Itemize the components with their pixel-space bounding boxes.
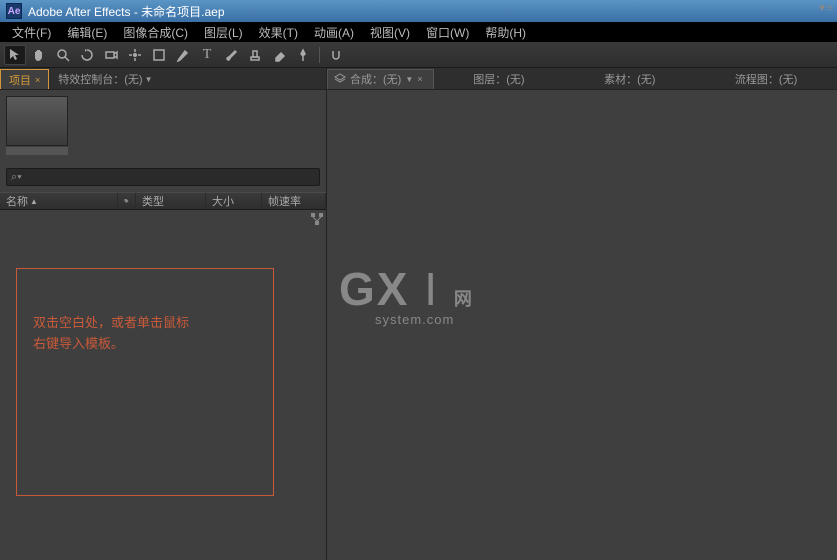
col-rate[interactable]: 帧速率 bbox=[262, 193, 326, 209]
tab-composition[interactable]: 合成：(无) ▼ × bbox=[327, 69, 434, 89]
hint-line-2: 右键导入模板。 bbox=[33, 334, 257, 355]
tab-project-label: 项目 bbox=[9, 72, 31, 88]
col-type[interactable]: 类型 bbox=[136, 193, 206, 209]
menu-view[interactable]: 视图(V) bbox=[362, 24, 418, 41]
col-name[interactable]: 名称 ▲ bbox=[0, 193, 118, 209]
tool-separator bbox=[319, 47, 320, 63]
dropdown-icon: ▼ bbox=[145, 75, 153, 84]
close-icon[interactable]: × bbox=[417, 74, 422, 84]
left-panel-tabs: 项目 × 特效控制台：(无) ▼ ▼≡ bbox=[0, 68, 326, 90]
menu-edit[interactable]: 编辑(E) bbox=[59, 24, 115, 41]
menu-help[interactable]: 帮助(H) bbox=[477, 24, 534, 41]
thumbnail-bar bbox=[6, 147, 68, 155]
flowchart-toggle-icon[interactable] bbox=[310, 212, 324, 226]
dropdown-icon: ▼ bbox=[405, 75, 413, 84]
menu-effect[interactable]: 效果(T) bbox=[251, 24, 306, 41]
col-size[interactable]: 大小 bbox=[206, 193, 262, 209]
tag-icon bbox=[124, 196, 129, 206]
menu-animation[interactable]: 动画(A) bbox=[306, 24, 362, 41]
tab-layer[interactable]: 图层：(无) bbox=[463, 69, 534, 89]
viewer-body: GX I 网 system.com bbox=[327, 90, 837, 560]
hint-line-1: 双击空白处，或者单击鼠标 bbox=[33, 313, 257, 334]
menu-composition[interactable]: 图像合成(C) bbox=[115, 24, 196, 41]
tab-effect-controls-label: 特效控制台：(无) bbox=[58, 71, 142, 87]
hand-tool-icon[interactable] bbox=[28, 45, 50, 65]
preview-thumbnail bbox=[6, 96, 68, 146]
menu-layer[interactable]: 图层(L) bbox=[196, 24, 251, 41]
panel-menu-icon[interactable]: ▼≡ bbox=[817, 3, 833, 14]
project-panel: 项目 × 特效控制台：(无) ▼ ▼≡ ⌕▾ 名称 ▲ 类型 bbox=[0, 68, 327, 560]
tab-footage[interactable]: 素材：(无) bbox=[594, 69, 665, 89]
tab-effect-controls[interactable]: 特效控制台：(无) ▼ bbox=[49, 69, 161, 89]
col-label[interactable] bbox=[118, 193, 136, 209]
layers-icon bbox=[334, 73, 346, 85]
project-body[interactable]: 双击空白处，或者单击鼠标 右键导入模板。 bbox=[0, 210, 326, 560]
snap-tool-icon[interactable] bbox=[325, 45, 347, 65]
search-input[interactable]: ⌕▾ bbox=[6, 168, 320, 186]
brush-tool-icon[interactable] bbox=[220, 45, 242, 65]
menu-window[interactable]: 窗口(W) bbox=[418, 24, 477, 41]
stamp-tool-icon[interactable] bbox=[244, 45, 266, 65]
column-headers: 名称 ▲ 类型 大小 帧速率 bbox=[0, 192, 326, 210]
thumbnail-area bbox=[0, 90, 326, 162]
camera-tool-icon[interactable] bbox=[100, 45, 122, 65]
watermark: GX I 网 system.com bbox=[339, 262, 474, 327]
viewer-tabs: 合成：(无) ▼ × 图层：(无) 素材：(无) 流程图：(无) bbox=[327, 68, 837, 90]
tool-bar: T bbox=[0, 42, 837, 68]
tab-close-icon[interactable]: × bbox=[35, 75, 40, 85]
anchor-tool-icon[interactable] bbox=[124, 45, 146, 65]
hint-annotation: 双击空白处，或者单击鼠标 右键导入模板。 bbox=[16, 268, 274, 496]
selection-tool-icon[interactable] bbox=[4, 45, 26, 65]
tab-project[interactable]: 项目 × bbox=[0, 69, 49, 89]
app-logo-icon: Ae bbox=[6, 3, 22, 19]
window-title: Adobe After Effects - 未命名项目.aep bbox=[28, 3, 225, 20]
shape-tool-icon[interactable] bbox=[148, 45, 170, 65]
title-bar: Ae Adobe After Effects - 未命名项目.aep bbox=[0, 0, 837, 22]
text-tool-icon[interactable]: T bbox=[196, 45, 218, 65]
sort-icon: ▲ bbox=[30, 197, 38, 206]
menu-file[interactable]: 文件(F) bbox=[4, 24, 59, 41]
tab-flowchart[interactable]: 流程图：(无) bbox=[725, 69, 807, 89]
pen-tool-icon[interactable] bbox=[172, 45, 194, 65]
viewer-panel: 合成：(无) ▼ × 图层：(无) 素材：(无) 流程图：(无) GX I 网 … bbox=[327, 68, 837, 560]
menu-bar: 文件(F) 编辑(E) 图像合成(C) 图层(L) 效果(T) 动画(A) 视图… bbox=[0, 22, 837, 42]
zoom-tool-icon[interactable] bbox=[52, 45, 74, 65]
workspace: 项目 × 特效控制台：(无) ▼ ▼≡ ⌕▾ 名称 ▲ 类型 bbox=[0, 68, 837, 560]
pin-tool-icon[interactable] bbox=[292, 45, 314, 65]
search-icon: ⌕▾ bbox=[11, 171, 22, 184]
rotate-tool-icon[interactable] bbox=[76, 45, 98, 65]
eraser-tool-icon[interactable] bbox=[268, 45, 290, 65]
